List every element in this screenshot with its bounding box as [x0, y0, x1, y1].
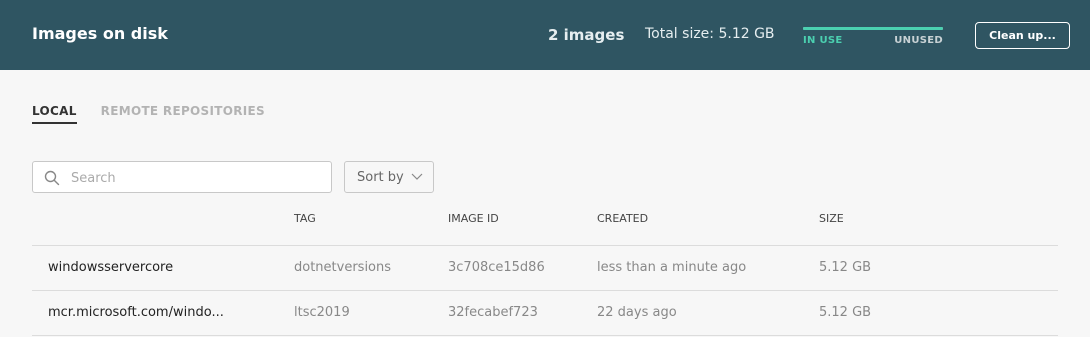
tab-local[interactable]: LOCAL [32, 104, 77, 124]
in-use-label: IN USE [803, 35, 843, 46]
image-name: windowsservercore [48, 260, 174, 275]
table-row[interactable]: mcr.microsoft.com/windo... ltsc2019 32fe… [32, 291, 1058, 336]
usage-bar-fill [803, 27, 943, 30]
image-id: 32fecabef723 [448, 305, 538, 320]
search-icon [44, 170, 60, 186]
column-header-created[interactable]: CREATED [597, 212, 648, 225]
image-count: 2 images [548, 26, 625, 44]
page-title: Images on disk [32, 24, 168, 43]
unused-label: UNUSED [894, 35, 943, 46]
tab-remote-repositories[interactable]: REMOTE REPOSITORIES [101, 104, 265, 124]
sort-by-label: Sort by [357, 169, 404, 185]
table-row[interactable]: windowsservercore dotnetversions 3c708ce… [32, 246, 1058, 291]
image-created: less than a minute ago [597, 260, 747, 275]
image-name: mcr.microsoft.com/windo... [48, 305, 224, 320]
images-table: TAG IMAGE ID CREATED SIZE windowsserverc… [32, 200, 1058, 336]
total-size: Total size: 5.12 GB [645, 26, 775, 42]
tab-bar: LOCAL REMOTE REPOSITORIES [32, 104, 289, 124]
search-box[interactable] [32, 161, 332, 193]
image-size: 5.12 GB [819, 260, 872, 275]
header-bar: Images on disk 2 images Total size: 5.12… [0, 0, 1090, 70]
column-header-tag[interactable]: TAG [294, 212, 316, 225]
usage-bar [803, 27, 943, 30]
image-tag: ltsc2019 [294, 305, 350, 320]
clean-up-button[interactable]: Clean up... [975, 22, 1070, 49]
image-created: 22 days ago [597, 305, 677, 320]
sort-by-dropdown[interactable]: Sort by [344, 161, 434, 193]
image-id: 3c708ce15d86 [448, 260, 545, 275]
chevron-down-icon [411, 173, 423, 180]
image-size: 5.12 GB [819, 305, 872, 320]
disk-usage-meter: IN USE UNUSED [803, 27, 943, 57]
column-header-image-id[interactable]: IMAGE ID [448, 212, 499, 225]
column-header-size[interactable]: SIZE [819, 212, 844, 225]
table-header: TAG IMAGE ID CREATED SIZE [32, 200, 1058, 246]
search-input[interactable] [69, 168, 328, 188]
image-tag: dotnetversions [294, 260, 392, 275]
